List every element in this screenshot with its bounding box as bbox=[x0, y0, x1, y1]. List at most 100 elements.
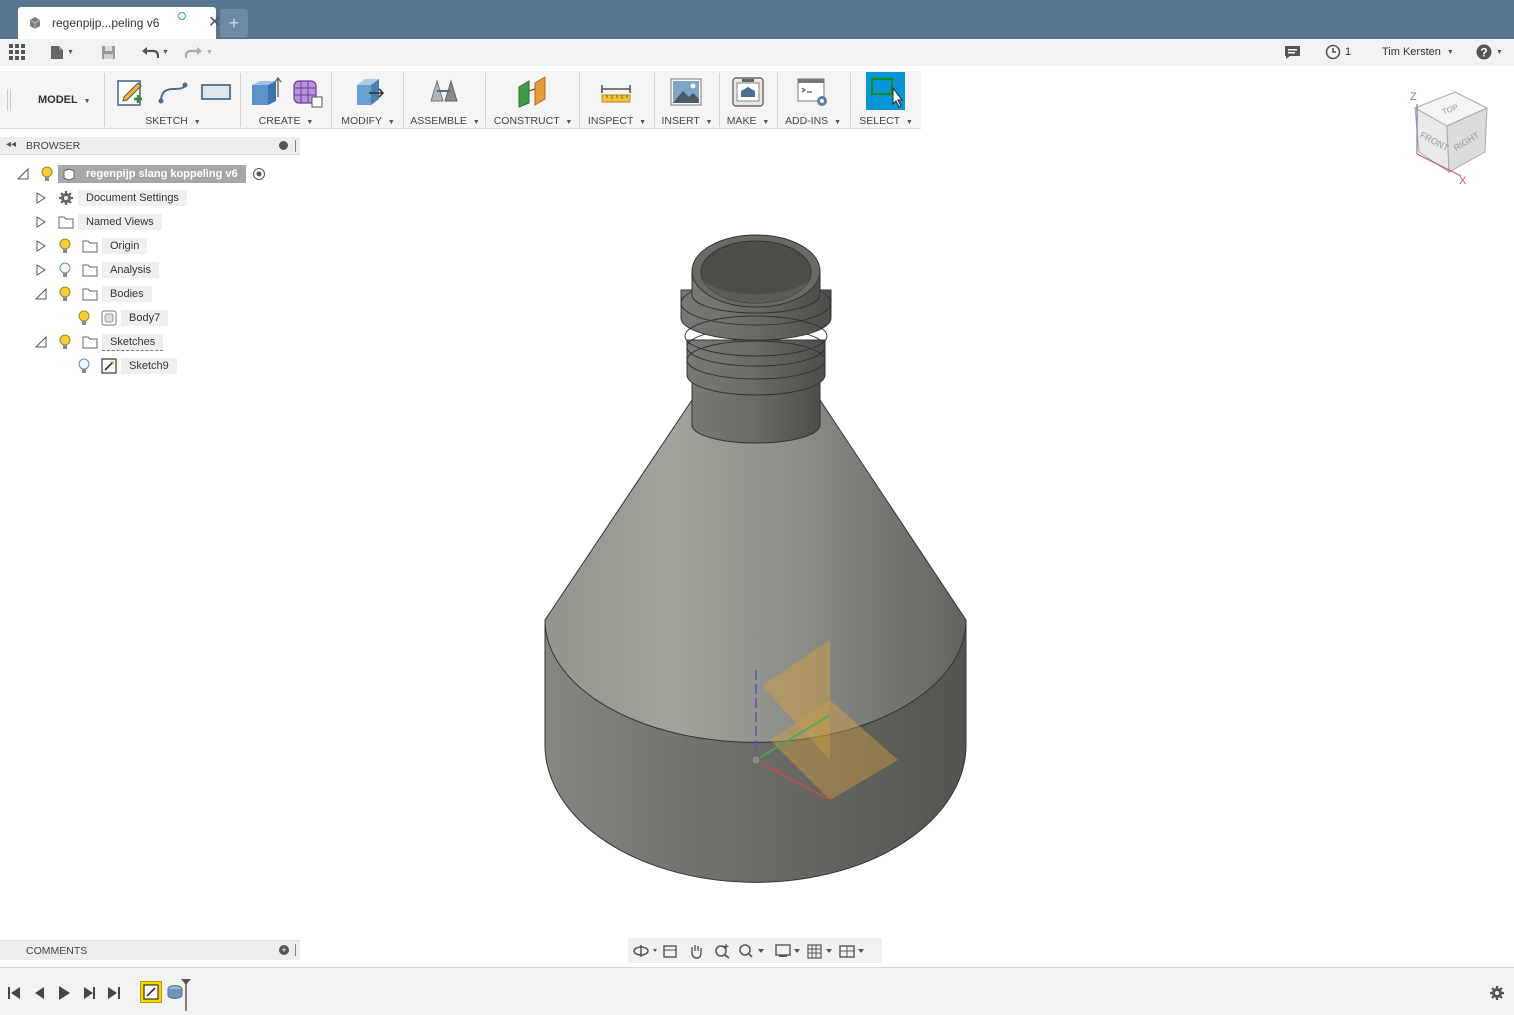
insert-image-icon[interactable] bbox=[669, 75, 703, 109]
comments-icon[interactable] bbox=[1284, 43, 1301, 61]
tree-item-label: Document Settings bbox=[78, 190, 187, 206]
insert-group: INSERT ▼ bbox=[658, 71, 716, 129]
tree-item-label: Origin bbox=[102, 238, 148, 254]
help-menu[interactable]: ? ▼ bbox=[1476, 43, 1503, 61]
apps-grid-icon[interactable] bbox=[9, 43, 26, 61]
construct-label: CONSTRUCT bbox=[493, 115, 560, 127]
browser-header: ◂◂ BROWSER bbox=[0, 137, 300, 155]
measure-icon[interactable] bbox=[599, 75, 633, 109]
tree-item-sketches[interactable]: Sketches bbox=[35, 332, 164, 352]
undo-button[interactable]: ▼ bbox=[141, 43, 169, 61]
visibility-bulb-off-icon[interactable] bbox=[58, 262, 72, 278]
model-body[interactable] bbox=[530, 225, 980, 895]
grid-settings-icon[interactable] bbox=[806, 943, 834, 959]
divider bbox=[331, 73, 332, 127]
go-to-end-icon[interactable] bbox=[107, 986, 121, 1000]
rectangle-icon[interactable] bbox=[199, 75, 233, 109]
timeline-sketch-feature[interactable] bbox=[140, 981, 162, 1003]
create-sketch-icon[interactable] bbox=[114, 75, 148, 109]
go-to-start-icon[interactable] bbox=[7, 986, 21, 1000]
timeline-marker[interactable] bbox=[180, 978, 192, 1012]
assemble-menu[interactable]: ASSEMBLE ▼ bbox=[407, 115, 483, 127]
step-back-icon[interactable] bbox=[32, 986, 46, 1000]
collapse-icon[interactable] bbox=[35, 336, 47, 348]
tree-item-body7[interactable]: Body7 bbox=[77, 308, 169, 328]
visibility-bulb-icon[interactable] bbox=[58, 334, 72, 350]
zoom-icon[interactable] bbox=[714, 943, 730, 959]
visibility-bulb-icon[interactable] bbox=[77, 310, 91, 326]
step-forward-icon[interactable] bbox=[82, 986, 96, 1000]
user-account-menu[interactable]: Tim Kersten ▼ bbox=[1382, 43, 1454, 61]
inspect-menu[interactable]: INSPECT ▼ bbox=[583, 115, 651, 127]
addins-label: ADD-INS bbox=[784, 115, 829, 127]
look-at-icon[interactable] bbox=[662, 943, 678, 959]
pan-hand-icon[interactable] bbox=[688, 943, 704, 959]
browser-pin-icon[interactable] bbox=[295, 140, 297, 152]
addins-menu[interactable]: ADD-INS ▼ bbox=[781, 115, 845, 127]
root-component-node[interactable]: regenpijp slang koppeling v6 bbox=[58, 165, 246, 183]
form-icon[interactable] bbox=[290, 75, 324, 109]
visibility-bulb-icon[interactable] bbox=[40, 166, 54, 182]
expand-icon[interactable] bbox=[36, 240, 46, 252]
expand-icon[interactable] bbox=[36, 264, 46, 276]
select-tool-button[interactable] bbox=[866, 72, 905, 110]
tree-item-analysis[interactable]: Analysis bbox=[36, 260, 159, 280]
offset-plane-icon[interactable] bbox=[516, 75, 550, 109]
display-settings-icon[interactable] bbox=[774, 943, 802, 959]
insert-menu[interactable]: INSERT ▼ bbox=[658, 115, 716, 127]
divider bbox=[240, 73, 241, 127]
create-label: CREATE bbox=[258, 115, 301, 127]
document-tab[interactable]: regenpijp...peling v6 ✕ bbox=[18, 7, 221, 39]
tree-item-sketch9[interactable]: Sketch9 bbox=[77, 356, 177, 376]
new-tab-button[interactable]: + bbox=[220, 9, 248, 37]
modify-menu[interactable]: MODIFY ▼ bbox=[335, 115, 401, 127]
tree-item-document-settings[interactable]: Document Settings bbox=[36, 188, 187, 208]
job-status-button[interactable]: 1 bbox=[1325, 43, 1351, 61]
navigation-bar bbox=[628, 938, 882, 963]
tree-item-named-views[interactable]: Named Views bbox=[36, 212, 162, 232]
collapse-icon[interactable] bbox=[17, 168, 29, 180]
quick-access-bar: ▼ ▼ ▼ 1 Tim Kersten ▼ ? ▼ bbox=[0, 39, 1514, 66]
tree-item-label: Sketch9 bbox=[121, 358, 177, 374]
folder-icon bbox=[82, 336, 98, 349]
expand-icon[interactable] bbox=[36, 216, 46, 228]
line-icon[interactable] bbox=[156, 75, 190, 109]
comments-pin-icon[interactable] bbox=[295, 944, 297, 956]
browser-minimize-icon[interactable] bbox=[279, 141, 288, 150]
modify-group: MODIFY ▼ bbox=[335, 71, 401, 129]
sketch-menu[interactable]: SKETCH ▼ bbox=[108, 115, 238, 127]
view-cube[interactable]: TOP FRONT RIGHT Z X bbox=[1405, 86, 1495, 186]
extrude-icon[interactable] bbox=[248, 75, 282, 109]
file-menu-button[interactable]: ▼ bbox=[50, 43, 74, 61]
play-icon[interactable] bbox=[57, 985, 71, 1001]
collapse-browser-icon[interactable]: ◂◂ bbox=[6, 139, 16, 150]
save-button[interactable] bbox=[101, 43, 116, 61]
collapse-icon[interactable] bbox=[35, 288, 47, 300]
scripts-addins-icon[interactable] bbox=[796, 75, 830, 109]
fit-zoom-icon[interactable] bbox=[738, 943, 766, 959]
divider bbox=[777, 73, 778, 127]
tree-item-origin[interactable]: Origin bbox=[36, 236, 148, 256]
orbit-icon[interactable] bbox=[632, 943, 658, 959]
visibility-bulb-icon[interactable] bbox=[58, 286, 72, 302]
viewports-icon[interactable] bbox=[838, 943, 866, 959]
tree-root[interactable]: regenpijp slang koppeling v6 bbox=[17, 164, 266, 184]
toolbar-grip[interactable] bbox=[7, 89, 11, 111]
select-menu[interactable]: SELECT ▼ bbox=[854, 115, 918, 127]
activate-radio-icon[interactable] bbox=[252, 167, 266, 181]
3d-print-icon[interactable] bbox=[731, 75, 765, 109]
expand-icon[interactable] bbox=[36, 192, 46, 204]
add-comment-icon[interactable]: + bbox=[279, 945, 289, 955]
press-pull-icon[interactable] bbox=[351, 75, 385, 109]
redo-button[interactable]: ▼ bbox=[185, 43, 213, 61]
create-menu[interactable]: CREATE ▼ bbox=[244, 115, 328, 127]
workspace-switcher[interactable]: MODEL ▼ bbox=[38, 94, 91, 106]
visibility-bulb-icon[interactable] bbox=[58, 238, 72, 254]
tree-item-bodies[interactable]: Bodies bbox=[35, 284, 152, 304]
make-menu[interactable]: MAKE ▼ bbox=[722, 115, 774, 127]
construct-menu[interactable]: CONSTRUCT ▼ bbox=[489, 115, 577, 127]
timeline-settings-gear-icon[interactable] bbox=[1489, 985, 1505, 1001]
visibility-bulb-off-icon[interactable] bbox=[77, 358, 91, 374]
joint-icon[interactable] bbox=[427, 75, 461, 109]
redo-icon bbox=[185, 47, 202, 58]
